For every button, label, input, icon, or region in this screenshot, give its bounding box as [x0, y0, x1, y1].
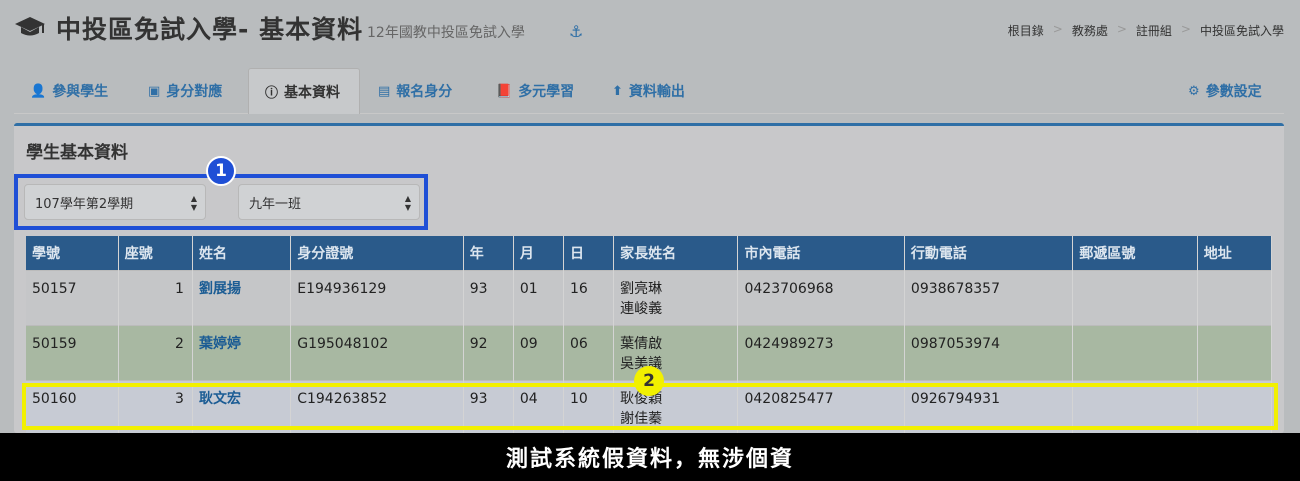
id-badge-icon: ▣	[148, 83, 161, 99]
book-icon: 📕	[496, 83, 513, 99]
breadcrumb-current[interactable]: 中投區免試入學	[1200, 22, 1284, 39]
page-title: 中投區免試入學- 基本資料	[56, 15, 364, 44]
cell-student-id: 50159	[26, 324, 119, 380]
page-subtitle: 12年國教中投區免試入學	[367, 25, 525, 41]
page-header: 中投區免試入學- 基本資料 12年國教中投區免試入學 ⚓ 根目錄 > 教務處 > 註…	[0, 0, 1300, 62]
col-mobile[interactable]: 行動電話	[904, 236, 1074, 270]
tab-data-export[interactable]: ⬆ 資料輸出	[596, 68, 701, 114]
col-parent[interactable]: 家長姓名	[613, 236, 739, 270]
gear-icon: ⚙	[1188, 83, 1200, 99]
anchor-icon[interactable]: ⚓	[569, 22, 587, 41]
footer-banner: 測試系統假資料，無涉個資	[0, 433, 1300, 481]
tab-participating-students[interactable]: 👤 參與學生	[14, 68, 124, 114]
col-year[interactable]: 年	[463, 236, 514, 270]
cell-home-phone: 0424989273	[737, 324, 905, 380]
tab-registration-identity[interactable]: ▤ 報名身分	[362, 68, 468, 114]
user-plus-icon: 👤	[30, 83, 47, 99]
panel-title: 學生基本資料	[26, 143, 128, 163]
cell-zip	[1072, 269, 1198, 325]
col-seat[interactable]: 座號	[118, 236, 193, 270]
cell-name-link[interactable]: 葉婷婷	[192, 324, 292, 380]
cell-mobile: 0938678357	[904, 269, 1074, 325]
tab-bar: 👤 參與學生 ▣ 身分對應 ⓘ 基本資料 ▤ 報名身分 📕 多元學習 ⬆ 資料輸出 ⚙ 參數設…	[14, 68, 1284, 114]
cell-year: 93	[463, 269, 514, 325]
cell-national-id: E194936129	[290, 269, 464, 325]
cell-address	[1197, 269, 1273, 325]
parent-name: 劉亮琳	[620, 280, 663, 297]
table-header-row: 學號 座號 姓名 身分證號 年 月 日 家長姓名 市內電話 行動電話 郵遞區號 …	[26, 236, 1273, 270]
col-address[interactable]: 地址	[1197, 236, 1273, 270]
col-home-phone[interactable]: 市內電話	[737, 236, 905, 270]
breadcrumb: 根目錄 > 教務處 > 註冊組 > 中投區免試入學	[1007, 22, 1284, 39]
breadcrumb-registry[interactable]: 註冊組	[1136, 22, 1172, 39]
cell-month: 01	[513, 269, 564, 325]
tab-basic-info[interactable]: ⓘ 基本資料	[248, 68, 360, 114]
tab-diverse-learning[interactable]: 📕 多元學習	[480, 68, 590, 114]
cell-mobile: 0987053974	[904, 324, 1074, 380]
cell-home-phone: 0423706968	[737, 269, 905, 325]
info-circle-icon: ⓘ	[265, 86, 279, 101]
parent-name: 葉倩啟	[620, 335, 663, 352]
breadcrumb-academic[interactable]: 教務處	[1072, 22, 1108, 39]
col-month[interactable]: 月	[513, 236, 564, 270]
col-day[interactable]: 日	[563, 236, 615, 270]
cell-seat: 1	[118, 269, 193, 325]
cell-parent: 劉亮琳 連峻義	[613, 269, 739, 325]
col-national-id[interactable]: 身分證號	[290, 236, 464, 270]
cell-day: 06	[563, 324, 615, 380]
cell-seat: 2	[118, 324, 193, 380]
callout-badge-2: 2	[634, 366, 664, 396]
parent-name: 連峻義	[620, 300, 663, 317]
id-card-icon: ▤	[378, 83, 391, 99]
cell-student-id: 50157	[26, 269, 119, 325]
cell-name-link[interactable]: 劉展揚	[192, 269, 292, 325]
cell-address	[1197, 324, 1273, 380]
col-student-id[interactable]: 學號	[26, 236, 119, 270]
cell-parent: 葉倩啟 吳美議	[613, 324, 739, 380]
cell-zip	[1072, 324, 1198, 380]
col-name[interactable]: 姓名	[192, 236, 292, 270]
col-zip[interactable]: 郵遞區號	[1072, 236, 1198, 270]
cell-month: 09	[513, 324, 564, 380]
tab-parameter-settings[interactable]: ⚙ 參數設定	[1172, 68, 1278, 114]
tab-identity-mapping[interactable]: ▣ 身分對應	[132, 68, 238, 114]
callout-badge-1: 1	[206, 156, 236, 186]
breadcrumb-root[interactable]: 根目錄	[1008, 22, 1044, 39]
cell-national-id: G195048102	[290, 324, 464, 380]
cell-day: 16	[563, 269, 615, 325]
graduation-cap-icon	[15, 17, 45, 36]
cell-year: 92	[463, 324, 514, 380]
upload-icon: ⬆	[612, 83, 623, 99]
table-row: 50157 1 劉展揚 E194936129 93 01 16 劉亮琳連峻義 0…	[26, 269, 1273, 325]
